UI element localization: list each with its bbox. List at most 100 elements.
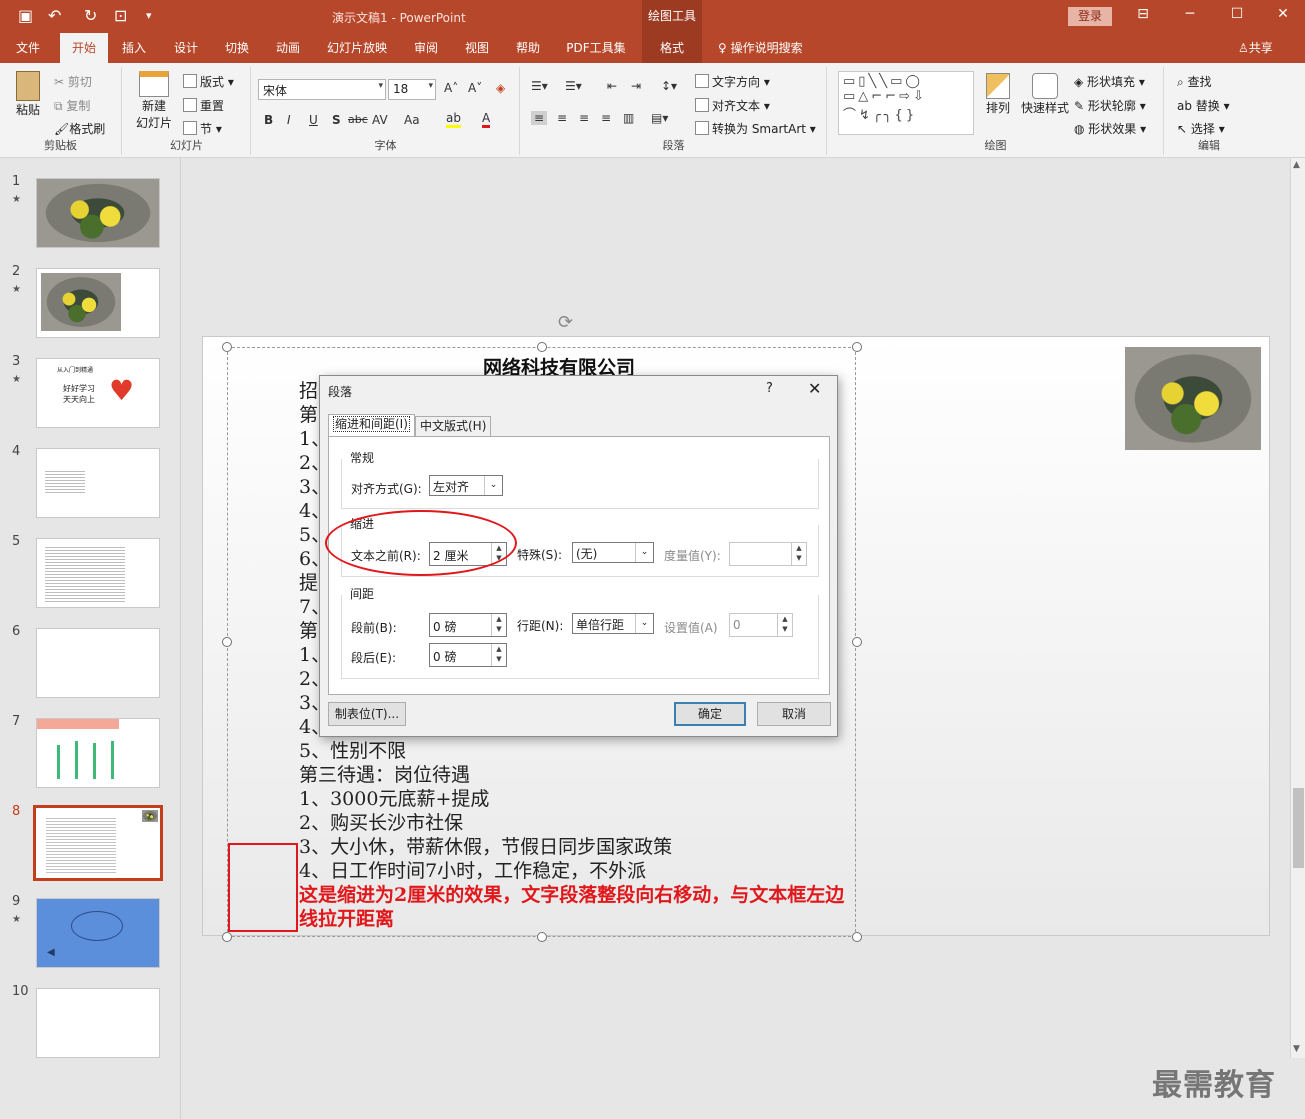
char-spacing-button[interactable]: AV — [372, 113, 388, 127]
new-slide-button[interactable]: 新建 幻灯片 — [131, 71, 177, 131]
line-spacing-icon[interactable]: ↕▾ — [661, 79, 677, 93]
slide-thumbnail-2[interactable] — [36, 268, 160, 338]
tab-format[interactable]: 格式 — [642, 33, 702, 63]
tab-transitions[interactable]: 切换 — [215, 33, 259, 63]
tab-indents-spacing[interactable]: 缩进和间距(I) — [328, 414, 415, 436]
clear-format-icon[interactable]: ◈ — [496, 81, 505, 95]
decrease-indent-icon[interactable]: ⇤ — [607, 79, 617, 93]
spinner-icon[interactable]: ▲ ▼ — [777, 614, 792, 636]
grow-font-icon[interactable]: A˄ — [444, 81, 458, 95]
help-button[interactable]: ? — [766, 381, 773, 396]
copy-button[interactable]: ⧉ 复制 — [54, 97, 90, 114]
slide-thumbnail-8[interactable] — [33, 805, 163, 881]
bold-button[interactable]: B — [264, 113, 273, 127]
slide-thumbnail-pane[interactable]: 1 ★ 2 ★ 3 ★ 从入门到精通 好好学习 天天向上 ♥ 4 5 6 7 8… — [0, 158, 181, 1119]
paste-button[interactable]: 粘贴 — [10, 71, 46, 118]
flower-photo[interactable] — [1125, 347, 1261, 450]
slide-thumbnail-4[interactable] — [36, 448, 160, 518]
redo-icon[interactable]: ↻ — [84, 6, 97, 25]
special-select[interactable]: (无) ⌄ — [572, 542, 654, 563]
change-case-button[interactable]: Aa — [404, 113, 420, 127]
slide-thumbnail-9[interactable]: ◀ — [36, 898, 160, 968]
reset-button[interactable]: 重置 — [183, 97, 224, 114]
tab-asian-typography[interactable]: 中文版式(H) — [415, 416, 492, 436]
slide-thumbnail-3[interactable]: 从入门到精通 好好学习 天天向上 ♥ — [36, 358, 160, 428]
shadow-button[interactable]: S — [332, 113, 341, 127]
ribbon-display-icon[interactable]: ⊟ — [1128, 6, 1158, 22]
columns-icon[interactable]: ▤▾ — [651, 111, 668, 125]
scrollbar-thumb[interactable] — [1293, 788, 1304, 868]
replace-button[interactable]: ab 替换 ▾ — [1177, 97, 1230, 114]
tell-me-search[interactable]: ♀ 操作说明搜索 — [718, 33, 803, 63]
shape-effects-button[interactable]: ◍ 形状效果 ▾ — [1074, 120, 1146, 137]
tab-animations[interactable]: 动画 — [266, 33, 310, 63]
find-button[interactable]: ⌕ 查找 — [1177, 73, 1212, 90]
scroll-up-icon[interactable]: ▲ — [1293, 160, 1300, 170]
resize-handle[interactable] — [537, 342, 547, 352]
font-name-field[interactable]: 宋体 ▾ — [258, 79, 386, 100]
space-before-input[interactable]: 0 磅 ▲ ▼ — [429, 613, 507, 637]
spinner-icon[interactable]: ▲ ▼ — [491, 644, 506, 666]
bullets-icon[interactable]: ☰▾ — [531, 79, 548, 93]
shape-fill-button[interactable]: ◈ 形状填充 ▾ — [1074, 73, 1145, 90]
numbering-icon[interactable]: ☰▾ — [565, 79, 582, 93]
share-button[interactable]: ♙共享 — [1238, 33, 1273, 63]
slide-thumbnail-1[interactable] — [36, 178, 160, 248]
shape-outline-button[interactable]: ✎ 形状轮廓 ▾ — [1074, 97, 1146, 114]
tab-help[interactable]: 帮助 — [506, 33, 550, 63]
arrange-button[interactable]: 排列 — [978, 73, 1018, 116]
slide-thumbnail-10[interactable] — [36, 988, 160, 1058]
tab-slideshow[interactable]: 幻灯片放映 — [320, 33, 394, 63]
spinner-icon[interactable]: ▲ ▼ — [491, 614, 506, 636]
customize-qat-icon[interactable]: ▾ — [146, 9, 152, 22]
presentation-icon[interactable]: ⊡ — [114, 6, 127, 25]
line-spacing-select[interactable]: 单倍行距 ⌄ — [572, 613, 654, 634]
resize-handle[interactable] — [537, 932, 547, 942]
shapes-gallery[interactable]: ▭▯╲╲▭◯ ▭△⌐⌐⇨⇩ ⌒↯╭╮{} — [838, 71, 974, 135]
tabs-button[interactable]: 制表位(T)... — [328, 702, 406, 726]
at-input[interactable]: 0 ▲ ▼ — [729, 613, 793, 637]
undo-icon[interactable]: ↶ — [48, 6, 61, 25]
resize-handle[interactable] — [222, 342, 232, 352]
shrink-font-icon[interactable]: A˅ — [468, 81, 482, 95]
format-painter-button[interactable]: 🖌格式刷 — [54, 120, 105, 137]
quick-styles-button[interactable]: 快速样式 — [1020, 73, 1070, 116]
slide-thumbnail-7[interactable] — [36, 718, 160, 788]
justify-icon[interactable]: ≡ — [601, 111, 611, 125]
slide-thumbnail-6[interactable] — [36, 628, 160, 698]
space-after-input[interactable]: 0 磅 ▲ ▼ — [429, 643, 507, 667]
scroll-down-icon[interactable]: ▼ — [1293, 1044, 1300, 1054]
cut-button[interactable]: ✂ 剪切 — [54, 73, 92, 90]
section-button[interactable]: 节 ▾ — [183, 120, 222, 137]
underline-button[interactable]: U — [309, 113, 318, 127]
spinner-icon[interactable]: ▲ ▼ — [791, 543, 806, 565]
align-left-icon[interactable]: ≡ — [531, 111, 548, 125]
tab-review[interactable]: 审阅 — [404, 33, 448, 63]
alignment-select[interactable]: 左对齐 ⌄ — [429, 475, 503, 496]
tab-pdf-tools[interactable]: PDF工具集 — [560, 33, 632, 63]
italic-button[interactable]: I — [287, 113, 291, 127]
tab-file[interactable]: 文件 — [4, 33, 52, 63]
resize-handle[interactable] — [852, 342, 862, 352]
align-center-icon[interactable]: ≡ — [557, 111, 567, 125]
cancel-button[interactable]: 取消 — [757, 702, 831, 726]
resize-handle[interactable] — [852, 932, 862, 942]
slide-thumbnail-5[interactable] — [36, 538, 160, 608]
rotate-handle-icon[interactable]: ⟳ — [558, 312, 573, 333]
tab-insert[interactable]: 插入 — [112, 33, 156, 63]
dialog-close-icon[interactable]: ✕ — [808, 379, 821, 398]
tab-design[interactable]: 设计 — [164, 33, 208, 63]
smartart-button[interactable]: 转换为 SmartArt ▾ — [695, 120, 816, 137]
resize-handle[interactable] — [222, 932, 232, 942]
close-window-icon[interactable]: ✕ — [1268, 6, 1298, 22]
distributed-icon[interactable]: ▥ — [623, 111, 634, 125]
tab-home[interactable]: 开始 — [60, 33, 108, 63]
strikethrough-button[interactable]: abc — [348, 113, 368, 126]
highlight-icon[interactable]: ab — [446, 111, 461, 128]
layout-button[interactable]: 版式 ▾ — [183, 73, 234, 90]
maximize-icon[interactable]: ☐ — [1222, 6, 1252, 22]
resize-handle[interactable] — [222, 637, 232, 647]
align-right-icon[interactable]: ≡ — [579, 111, 589, 125]
ok-button[interactable]: 确定 — [674, 702, 746, 726]
login-button[interactable]: 登录 — [1068, 7, 1112, 26]
